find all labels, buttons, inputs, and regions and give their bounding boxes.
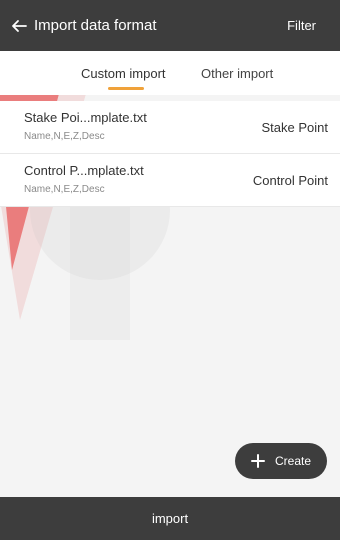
- import-label: import: [151, 511, 189, 526]
- plus-icon: [250, 454, 265, 468]
- tab-other-import[interactable]: Other import: [201, 51, 273, 95]
- tab-bar: Custom import Other import: [0, 51, 340, 95]
- list-item[interactable]: Stake Poi...mplate.txt Name,N,E,Z,Desc S…: [0, 101, 340, 154]
- template-fields: Name,N,E,Z,Desc: [24, 131, 105, 142]
- create-button[interactable]: Create: [235, 443, 327, 479]
- template-name: Stake Poi...mplate.txt: [24, 110, 147, 125]
- arrow-left-icon: [12, 19, 27, 32]
- filter-button[interactable]: Filter: [287, 18, 316, 33]
- template-name: Control P...mplate.txt: [24, 163, 144, 178]
- template-type: Stake Point: [261, 120, 329, 135]
- create-label: Create: [274, 454, 312, 468]
- tab-custom-import[interactable]: Custom import: [81, 51, 166, 95]
- tab-label: Custom import: [81, 65, 166, 81]
- page-title: Import data format: [34, 17, 157, 34]
- template-list: Stake Poi...mplate.txt Name,N,E,Z,Desc S…: [0, 101, 340, 207]
- import-button[interactable]: import: [0, 497, 340, 540]
- back-button[interactable]: [8, 15, 30, 37]
- template-type: Control Point: [252, 173, 328, 188]
- tab-label: Other import: [201, 65, 274, 81]
- template-fields: Name,N,E,Z,Desc: [24, 184, 105, 195]
- app-header: Import data format Filter: [0, 0, 340, 51]
- active-tab-indicator: [108, 87, 144, 90]
- screen: Import data format Filter Custom import …: [0, 0, 340, 540]
- list-item[interactable]: Control P...mplate.txt Name,N,E,Z,Desc C…: [0, 154, 340, 207]
